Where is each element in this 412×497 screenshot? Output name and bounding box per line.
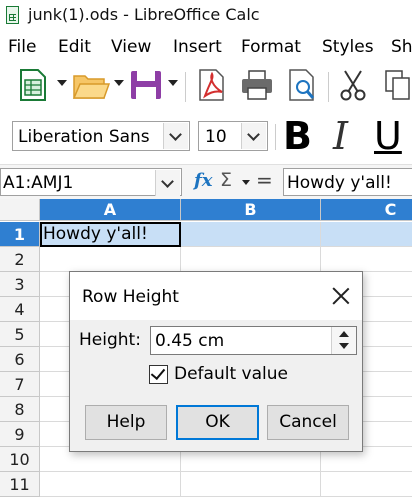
print-preview-icon[interactable]: [286, 68, 320, 102]
formula-bar: A1:AMJ1 fx Σ = Howdy y'all!: [0, 164, 412, 199]
row-header-1[interactable]: 1: [0, 222, 40, 247]
menu-file[interactable]: File: [8, 37, 36, 57]
window-title: junk(1).ods - LibreOffice Calc: [28, 5, 260, 24]
row-header-11[interactable]: 11: [0, 472, 40, 497]
bold-button[interactable]: B: [283, 114, 312, 158]
font-size-value: 10: [205, 127, 227, 147]
menu-insert[interactable]: Insert: [173, 37, 222, 57]
formula-content: Howdy y'all!: [287, 173, 392, 193]
spin-down-icon[interactable]: [339, 343, 349, 349]
column-header-b[interactable]: B: [181, 199, 321, 221]
menu-view[interactable]: View: [111, 37, 151, 57]
default-value-label[interactable]: Default value: [174, 364, 288, 384]
column-header-a[interactable]: A: [40, 199, 181, 221]
formula-equals-icon[interactable]: =: [256, 168, 273, 192]
cell-a11[interactable]: [40, 472, 181, 497]
menu-format[interactable]: Format: [241, 37, 301, 57]
sum-icon[interactable]: Σ: [220, 169, 232, 191]
name-box-value: A1:AMJ1: [3, 173, 74, 193]
row-height-dialog: Row Height Height: 0.45 cm Default value…: [69, 271, 363, 452]
ok-button[interactable]: OK: [176, 405, 259, 440]
row-header-2[interactable]: 2: [0, 247, 40, 272]
cut-icon[interactable]: [337, 68, 369, 102]
cell-a1[interactable]: Howdy y'all!: [40, 222, 181, 247]
menu-styles[interactable]: Styles: [322, 37, 374, 57]
dialog-title-bar: Row Height: [70, 272, 362, 320]
save-icon[interactable]: [129, 68, 163, 102]
help-button[interactable]: Help: [85, 405, 167, 440]
height-spinbox[interactable]: 0.45 cm: [150, 326, 357, 355]
new-dropdown-arrow[interactable]: [57, 80, 67, 86]
cell-a1-text: Howdy y'all!: [43, 224, 148, 244]
standard-toolbar: [0, 62, 412, 110]
cell-c1[interactable]: [321, 222, 412, 247]
title-bar: junk(1).ods - LibreOffice Calc: [0, 0, 412, 32]
row-header-8[interactable]: 8: [0, 397, 40, 422]
font-size-combobox[interactable]: 10: [198, 121, 268, 151]
row-header-10[interactable]: 10: [0, 447, 40, 472]
height-input-value[interactable]: 0.45 cm: [155, 331, 224, 351]
height-spin-buttons: [331, 327, 356, 354]
formula-input[interactable]: Howdy y'all!: [283, 168, 412, 196]
cell-c2[interactable]: [321, 247, 412, 272]
font-size-dropdown-button[interactable]: [241, 123, 266, 149]
select-all-corner[interactable]: [0, 199, 40, 221]
default-value-checkbox[interactable]: [149, 364, 168, 384]
open-folder-icon[interactable]: [72, 68, 110, 102]
row-header-6[interactable]: 6: [0, 347, 40, 372]
name-box[interactable]: A1:AMJ1: [0, 168, 182, 196]
save-dropdown-arrow[interactable]: [168, 80, 178, 86]
font-name-value: Liberation Sans: [18, 127, 150, 147]
underline-button[interactable]: U: [374, 114, 402, 158]
chevron-down-icon: [161, 175, 174, 188]
italic-button[interactable]: I: [333, 114, 348, 158]
toolbar-separator: [328, 72, 329, 102]
function-wizard-icon[interactable]: fx: [194, 170, 212, 191]
export-pdf-icon[interactable]: [196, 68, 230, 102]
copy-icon[interactable]: [382, 68, 412, 102]
toolbar-separator: [185, 72, 186, 102]
menu-bar: File Edit View Insert Format Styles Sh: [0, 34, 412, 60]
cell-b1[interactable]: [181, 222, 321, 247]
dialog-title: Row Height: [82, 287, 179, 307]
new-spreadsheet-icon[interactable]: [18, 68, 48, 102]
cell-b11[interactable]: [181, 472, 321, 497]
spin-up-icon[interactable]: [339, 331, 349, 337]
name-box-dropdown-button[interactable]: [155, 170, 180, 196]
chevron-down-icon: [169, 128, 182, 141]
chevron-down-icon: [247, 128, 260, 141]
font-name-dropdown-button[interactable]: [163, 123, 188, 149]
row-header-5[interactable]: 5: [0, 322, 40, 347]
toolbar-separator: [275, 124, 276, 150]
font-name-combobox[interactable]: Liberation Sans: [12, 121, 190, 151]
column-header-c[interactable]: C: [321, 199, 412, 221]
sum-dropdown-arrow[interactable]: [242, 180, 250, 185]
row-header-7[interactable]: 7: [0, 372, 40, 397]
calc-app-icon: [6, 6, 19, 24]
height-label: Height:: [79, 330, 141, 350]
close-icon[interactable]: [330, 285, 352, 307]
cell-a2[interactable]: [40, 247, 181, 272]
open-dropdown-arrow[interactable]: [114, 80, 124, 86]
cell-b2[interactable]: [181, 247, 321, 272]
menu-edit[interactable]: Edit: [58, 37, 91, 57]
print-icon[interactable]: [240, 68, 274, 102]
cell-c11[interactable]: [321, 472, 412, 497]
menu-sheet[interactable]: Sh: [391, 37, 412, 57]
checkmark-icon: [150, 364, 166, 381]
cancel-button[interactable]: Cancel: [267, 405, 349, 440]
row-header-3[interactable]: 3: [0, 272, 40, 297]
row-header-9[interactable]: 9: [0, 422, 40, 447]
row-header-4[interactable]: 4: [0, 297, 40, 322]
